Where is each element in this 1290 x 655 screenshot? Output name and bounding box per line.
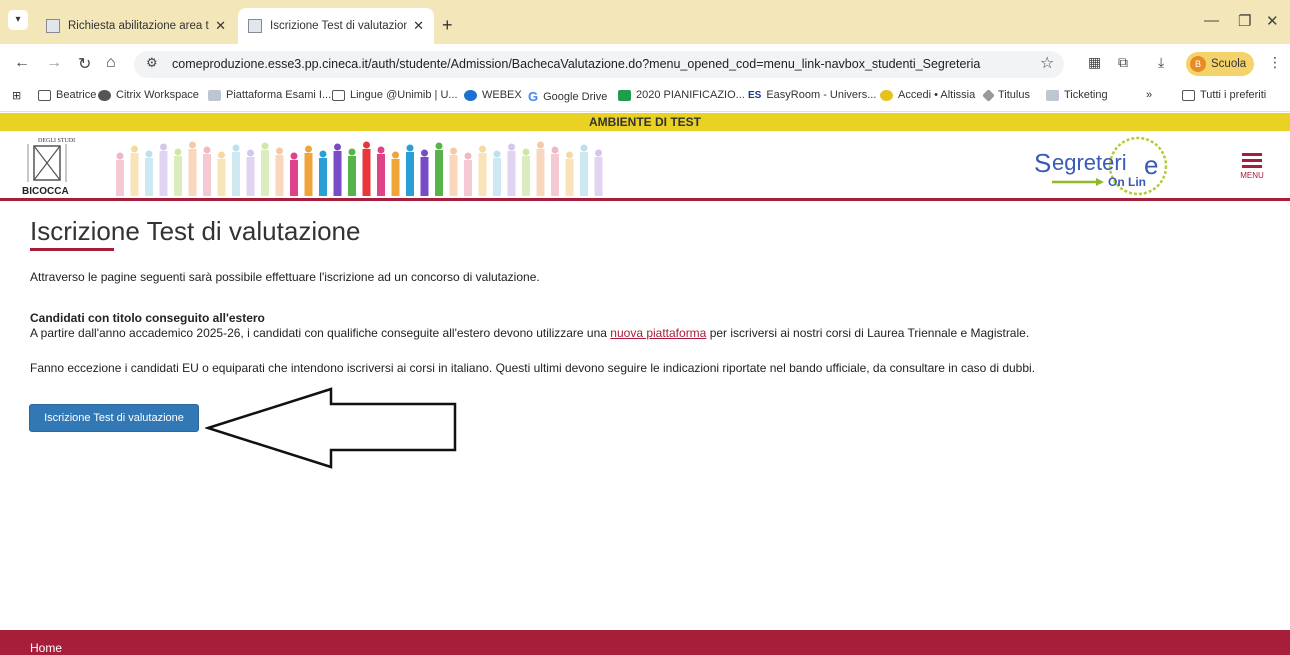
- bookmark-beatrice[interactable]: Beatrice: [38, 89, 96, 101]
- menu-label: MENU: [1240, 171, 1264, 180]
- tab-iscrizione[interactable]: Iscrizione Test di valutazione, Se ✕: [238, 8, 434, 44]
- foreign-heading: Candidati con titolo conseguito all'este…: [30, 311, 265, 325]
- foreign-text: A partire dall'anno accademico 2025-26, …: [30, 326, 1030, 340]
- svg-text:DEGLI STUDI: DEGLI STUDI: [38, 138, 75, 144]
- bookmark-star-icon[interactable]: ☆: [1040, 53, 1054, 73]
- tab-search-icon[interactable]: ▾: [8, 10, 28, 30]
- all-bookmarks[interactable]: Tutti i preferiti: [1182, 89, 1266, 101]
- tab-richiesta[interactable]: Richiesta abilitazione area test ✕: [36, 8, 236, 44]
- tab-title: Iscrizione Test di valutazione, Se: [270, 20, 408, 32]
- iscrizione-test-button[interactable]: Iscrizione Test di valutazione: [29, 404, 199, 432]
- new-tab-icon[interactable]: +: [442, 15, 453, 36]
- page-favicon-icon: [248, 19, 262, 33]
- bookmark-pianificazione[interactable]: 2020 PIANIFICAZIO...: [618, 89, 745, 101]
- svg-text:On Lin: On Lin: [1108, 175, 1146, 189]
- nuova-piattaforma-link[interactable]: nuova piattaforma: [610, 326, 706, 340]
- download-icon[interactable]: ⤓: [1158, 54, 1164, 71]
- annotation-arrow: [205, 387, 457, 469]
- bookmarks-overflow-button[interactable]: »: [1146, 89, 1152, 101]
- profile-button[interactable]: B Scuola: [1186, 52, 1254, 76]
- folder-icon: [38, 89, 51, 101]
- home-link[interactable]: Home: [30, 641, 62, 655]
- main-menu-button[interactable]: MENU: [1236, 150, 1268, 190]
- url-text[interactable]: comeproduzione.esse3.pp.cineca.it/auth/s…: [172, 57, 980, 71]
- home-icon[interactable]: ⌂: [106, 54, 116, 72]
- altissia-icon: [880, 89, 893, 101]
- back-icon[interactable]: ←: [14, 54, 30, 72]
- webex-icon: [464, 89, 477, 101]
- bookmark-titulus[interactable]: Titulus: [982, 88, 1030, 102]
- browser-menu-icon[interactable]: ⋮: [1268, 54, 1282, 71]
- hamburger-icon: [1242, 153, 1262, 156]
- page-favicon-icon: [208, 89, 221, 101]
- qr-code-icon[interactable]: ▦: [1088, 54, 1101, 71]
- sheets-icon: [618, 89, 631, 101]
- page-favicon-icon: [1046, 89, 1059, 101]
- extensions-icon[interactable]: ⧉: [1118, 54, 1128, 71]
- google-icon: G: [528, 89, 539, 104]
- titulus-icon: [982, 88, 995, 102]
- maximize-icon[interactable]: ❐: [1238, 12, 1251, 30]
- bookmark-google-drive[interactable]: G Google Drive: [528, 89, 607, 104]
- site-info-icon[interactable]: ⚙: [146, 55, 158, 71]
- title-underline: [30, 248, 114, 251]
- page-favicon-icon: [46, 19, 60, 33]
- svg-text:S: S: [1034, 148, 1051, 178]
- exception-text: Fanno eccezione i candidati EU o equipar…: [30, 361, 1036, 375]
- tab-title: Richiesta abilitazione area test: [68, 20, 210, 32]
- apps-icon[interactable]: ⊞: [12, 89, 21, 102]
- university-logo[interactable]: DEGLI STUDI BICOCCA: [20, 134, 92, 198]
- citrix-icon: [98, 89, 111, 101]
- folder-icon: [1182, 89, 1195, 101]
- bookmark-easyroom[interactable]: ES EasyRoom - Univers...: [748, 89, 876, 101]
- bookmark-ticketing[interactable]: Ticketing: [1046, 89, 1108, 101]
- bookmark-citrix[interactable]: Citrix Workspace: [98, 89, 199, 101]
- reload-icon[interactable]: ↻: [78, 54, 91, 74]
- close-window-icon[interactable]: ✕: [1266, 12, 1279, 30]
- header-people-banner: [116, 141, 603, 196]
- forward-icon[interactable]: →: [46, 54, 62, 72]
- easyroom-icon: ES: [748, 89, 762, 101]
- profile-name: Scuola: [1211, 58, 1247, 70]
- segreterie-online-logo[interactable]: S egreteri e On Lin: [1030, 136, 1180, 196]
- close-tab-icon[interactable]: ✕: [413, 18, 424, 34]
- svg-text:egreteri: egreteri: [1052, 150, 1127, 175]
- bookmark-lingue[interactable]: Lingue @Unimib | U...: [332, 89, 458, 101]
- close-tab-icon[interactable]: ✕: [215, 18, 226, 34]
- environment-banner: AMBIENTE DI TEST: [0, 113, 1290, 131]
- site-footer: [0, 630, 1290, 655]
- bookmark-altissia[interactable]: Accedi • Altissia: [880, 89, 975, 101]
- svg-text:e: e: [1144, 150, 1158, 180]
- avatar: B: [1190, 56, 1206, 72]
- minimize-icon[interactable]: —: [1204, 12, 1219, 29]
- bookmark-piattaforma[interactable]: Piattaforma Esami I...: [208, 89, 331, 101]
- page-favicon-icon: [332, 89, 345, 101]
- page-title: Iscrizione Test di valutazione: [30, 216, 361, 246]
- bookmark-webex[interactable]: WEBEX: [464, 89, 522, 101]
- svg-text:BICOCCA: BICOCCA: [22, 186, 69, 197]
- intro-text: Attraverso le pagine seguenti sarà possi…: [30, 270, 540, 284]
